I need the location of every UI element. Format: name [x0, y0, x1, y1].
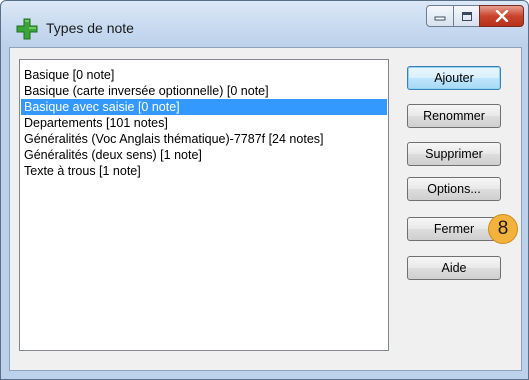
- close-icon: [495, 10, 508, 22]
- close-window-button[interactable]: [479, 5, 524, 27]
- help-button[interactable]: Aide: [407, 256, 501, 280]
- step-number-badge: 8: [488, 214, 518, 244]
- list-item[interactable]: Généralités (Voc Anglais thématique)-778…: [21, 131, 387, 147]
- list-item[interactable]: Departements [101 notes]: [21, 115, 387, 131]
- note-types-list[interactable]: Basique [0 note] Basique (carte inversée…: [19, 59, 389, 351]
- options-button[interactable]: Options...: [407, 177, 501, 201]
- maximize-button[interactable]: [453, 5, 480, 27]
- list-item[interactable]: Basique (carte inversée optionnelle) [0 …: [21, 83, 387, 99]
- note-types-dialog: Types de note Basique [0 note] Basique (…: [0, 0, 529, 380]
- maximize-icon: [461, 11, 472, 21]
- green-cross-app-icon: [16, 18, 38, 40]
- minimize-button[interactable]: [426, 5, 454, 27]
- window-title: Types de note: [46, 20, 134, 36]
- list-item-selected[interactable]: Basique avec saisie [0 note]: [21, 99, 387, 115]
- title-bar[interactable]: Types de note: [1, 1, 528, 47]
- add-button[interactable]: Ajouter: [407, 66, 501, 90]
- list-item[interactable]: Généralités (deux sens) [1 note]: [21, 147, 387, 163]
- rename-button[interactable]: Renommer: [407, 104, 501, 128]
- list-item[interactable]: Basique [0 note]: [21, 67, 387, 83]
- minimize-icon: [434, 16, 446, 21]
- close-button[interactable]: Fermer: [407, 217, 501, 241]
- list-item[interactable]: Texte à trous [1 note]: [21, 163, 387, 179]
- delete-button[interactable]: Supprimer: [407, 142, 501, 166]
- dialog-client-area: Basique [0 note] Basique (carte inversée…: [9, 47, 522, 371]
